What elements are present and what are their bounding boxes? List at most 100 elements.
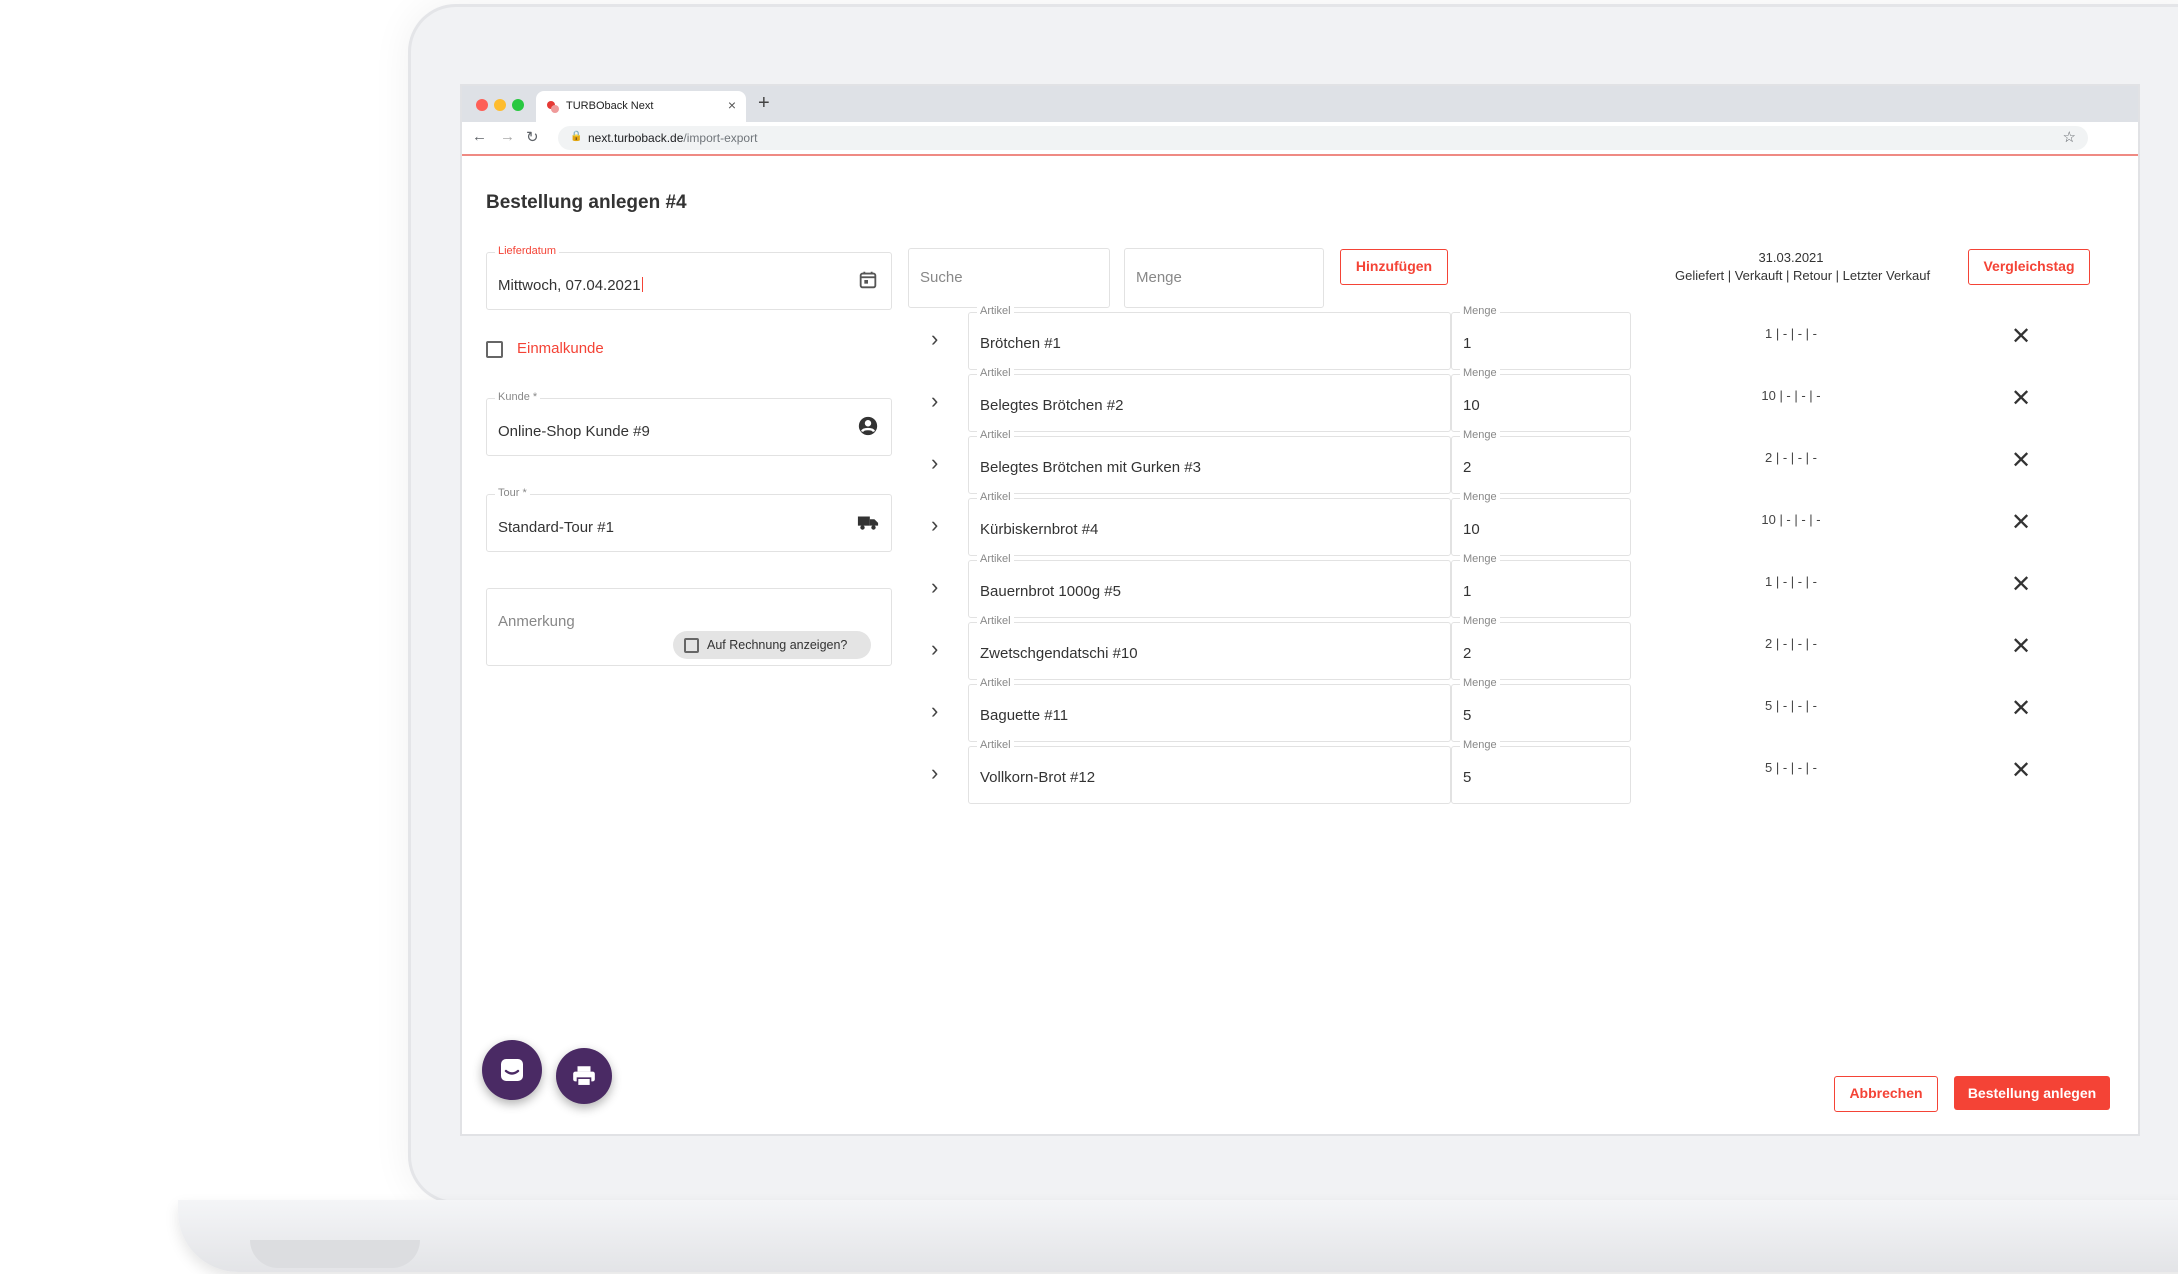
article-field[interactable]: Artikel Baguette #11 — [968, 677, 1451, 742]
expand-chevron-icon[interactable]: › — [931, 326, 938, 352]
article-value: Zwetschgendatschi #10 — [980, 645, 1138, 662]
remove-item-icon[interactable]: ✕ — [2011, 694, 2031, 723]
quantity-label: Menge — [1460, 739, 1500, 751]
vergleichstag-button[interactable]: Vergleichstag — [1968, 249, 2090, 285]
quantity-field[interactable]: Menge 1 — [1451, 305, 1631, 370]
create-order-button[interactable]: Bestellung anlegen — [1954, 1076, 2110, 1110]
tab-close-icon[interactable]: × — [728, 97, 736, 113]
quantity-label: Menge — [1460, 553, 1500, 565]
comparison-stats: 2 | - | - | - — [1764, 636, 1818, 651]
remove-item-icon[interactable]: ✕ — [2011, 508, 2031, 537]
quantity-value: 5 — [1463, 707, 1472, 724]
expand-chevron-icon[interactable]: › — [931, 636, 938, 662]
quantity-field[interactable]: Menge 5 — [1451, 739, 1631, 804]
page-title: Bestellung anlegen #4 — [486, 192, 687, 213]
back-arrow-icon[interactable]: ← — [472, 128, 487, 145]
cancel-button[interactable]: Abbrechen — [1834, 1076, 1938, 1112]
quantity-field[interactable]: Menge 1 — [1451, 553, 1631, 618]
quantity-field[interactable]: Menge 10 — [1451, 367, 1631, 432]
item-row: › Artikel Kürbiskernbrot #4 Menge 10 10 … — [462, 491, 2138, 556]
article-field[interactable]: Artikel Vollkorn-Brot #12 — [968, 739, 1451, 804]
quantity-label: Menge — [1460, 429, 1500, 441]
article-field[interactable]: Artikel Bauernbrot 1000g #5 — [968, 553, 1451, 618]
expand-chevron-icon[interactable]: › — [931, 512, 938, 538]
article-field[interactable]: Artikel Brötchen #1 — [968, 305, 1451, 370]
article-label: Artikel — [977, 677, 1014, 689]
url-text: next.turboback.de/import-export — [588, 131, 757, 145]
article-label: Artikel — [977, 491, 1014, 503]
quantity-value: 2 — [1463, 645, 1472, 662]
add-item-button[interactable]: Hinzufügen — [1340, 249, 1448, 285]
quantity-value: 1 — [1463, 583, 1472, 600]
lieferdatum-value-text: Mittwoch, 07.04.2021 — [498, 277, 641, 294]
remove-item-icon[interactable]: ✕ — [2011, 446, 2031, 475]
comparison-stats: 2 | - | - | - — [1764, 450, 1818, 465]
article-field[interactable]: Artikel Zwetschgendatschi #10 — [968, 615, 1451, 680]
article-value: Kürbiskernbrot #4 — [980, 521, 1099, 538]
article-field[interactable]: Artikel Kürbiskernbrot #4 — [968, 491, 1451, 556]
comparison-stats: 5 | - | - | - — [1764, 760, 1818, 775]
remove-item-icon[interactable]: ✕ — [2011, 756, 2031, 785]
bookmark-star-icon[interactable]: ☆ — [2063, 128, 2076, 146]
chat-fab-button[interactable] — [482, 1040, 542, 1100]
new-tab-icon[interactable]: + — [758, 92, 770, 115]
comparison-stats: 1 | - | - | - — [1764, 574, 1818, 589]
quantity-field[interactable]: Menge 10 — [1451, 491, 1631, 556]
calendar-icon[interactable] — [857, 269, 879, 291]
comparison-date: 31.03.2021 — [1758, 250, 1824, 265]
quantity-label: Menge — [1460, 677, 1500, 689]
lieferdatum-field[interactable]: Lieferdatum Mittwoch, 07.04.2021 — [486, 245, 892, 310]
printer-icon — [573, 1066, 595, 1087]
forward-arrow-icon[interactable]: → — [500, 128, 515, 145]
article-label: Artikel — [977, 615, 1014, 627]
quantity-value: 1 — [1463, 335, 1472, 352]
quantity-label: Menge — [1460, 367, 1500, 379]
article-field[interactable]: Artikel Belegtes Brötchen mit Gurken #3 — [968, 429, 1451, 494]
quantity-field[interactable]: Menge 5 — [1451, 677, 1631, 742]
remove-item-icon[interactable]: ✕ — [2011, 322, 2031, 351]
item-row: › Artikel Zwetschgendatschi #10 Menge 2 … — [462, 615, 2138, 680]
quantity-input[interactable]: Menge — [1124, 248, 1324, 308]
article-field[interactable]: Artikel Belegtes Brötchen #2 — [968, 367, 1451, 432]
browser-tab[interactable]: TURBOback Next × — [536, 91, 746, 122]
remove-item-icon[interactable]: ✕ — [2011, 632, 2031, 661]
item-row: › Artikel Brötchen #1 Menge 1 1 | - | - … — [462, 305, 2138, 370]
lieferdatum-label: Lieferdatum — [495, 245, 560, 257]
quantity-label: Menge — [1460, 305, 1500, 317]
quantity-placeholder: Menge — [1136, 269, 1182, 286]
window-close-dot[interactable] — [476, 99, 488, 111]
window-minimize-dot[interactable] — [494, 99, 506, 111]
quantity-label: Menge — [1460, 615, 1500, 627]
browser-tab-bar: TURBOback Next × + — [462, 86, 2138, 122]
expand-chevron-icon[interactable]: › — [931, 388, 938, 414]
article-value: Belegtes Brötchen mit Gurken #3 — [980, 459, 1201, 476]
print-fab-button[interactable] — [556, 1048, 612, 1104]
quantity-value: 5 — [1463, 769, 1472, 786]
comparison-stats: 5 | - | - | - — [1764, 698, 1818, 713]
article-label: Artikel — [977, 429, 1014, 441]
laptop-base — [178, 1200, 2178, 1272]
window-maximize-dot[interactable] — [512, 99, 524, 111]
url-field[interactable]: 🔒 next.turboback.de/import-export ☆ — [558, 126, 2088, 150]
item-row: › Artikel Vollkorn-Brot #12 Menge 5 5 | … — [462, 739, 2138, 804]
expand-chevron-icon[interactable]: › — [931, 698, 938, 724]
article-value: Baguette #11 — [980, 707, 1069, 724]
article-label: Artikel — [977, 305, 1014, 317]
article-value: Vollkorn-Brot #12 — [980, 769, 1096, 786]
laptop-base-notch — [250, 1240, 420, 1268]
article-label: Artikel — [977, 553, 1014, 565]
quantity-label: Menge — [1460, 491, 1500, 503]
comparison-stats: 10 | - | - | - — [1761, 512, 1821, 527]
quantity-field[interactable]: Menge 2 — [1451, 429, 1631, 494]
search-input[interactable]: Suche — [908, 248, 1110, 308]
quantity-field[interactable]: Menge 2 — [1451, 615, 1631, 680]
reload-icon[interactable]: ↻ — [526, 128, 539, 146]
expand-chevron-icon[interactable]: › — [931, 574, 938, 600]
expand-chevron-icon[interactable]: › — [931, 450, 938, 476]
expand-chevron-icon[interactable]: › — [931, 760, 938, 786]
screen: TURBOback Next × + ← → ↻ 🔒 next.turbobac… — [462, 86, 2138, 1134]
remove-item-icon[interactable]: ✕ — [2011, 570, 2031, 599]
remove-item-icon[interactable]: ✕ — [2011, 384, 2031, 413]
item-row: › Artikel Baguette #11 Menge 5 5 | - | -… — [462, 677, 2138, 742]
article-value: Belegtes Brötchen #2 — [980, 397, 1124, 414]
